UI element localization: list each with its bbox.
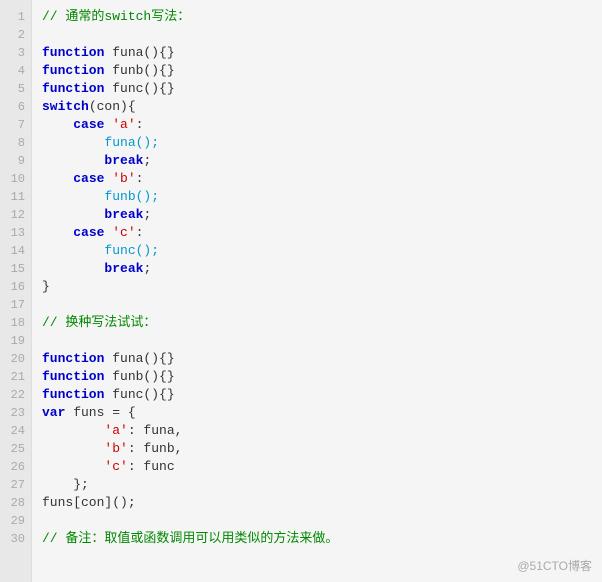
line-num-12: 12 xyxy=(6,206,25,224)
code-line-20: function funa(){} xyxy=(42,350,592,368)
line-num-28: 28 xyxy=(6,494,25,512)
line-num-11: 11 xyxy=(6,188,25,206)
line-num-21: 21 xyxy=(6,368,25,386)
line-num-14: 14 xyxy=(6,242,25,260)
line-num-17: 17 xyxy=(6,296,25,314)
code-line-24: 'a': funa, xyxy=(42,422,592,440)
line-num-30: 30 xyxy=(6,530,25,548)
code-area: // 通常的switch写法： function funa(){} functi… xyxy=(32,0,602,582)
code-line-1: // 通常的switch写法： xyxy=(42,8,592,26)
line-num-6: 6 xyxy=(6,98,25,116)
code-line-7: case 'a': xyxy=(42,116,592,134)
line-num-27: 27 xyxy=(6,476,25,494)
code-line-4: function funb(){} xyxy=(42,62,592,80)
code-line-11: funb(); xyxy=(42,188,592,206)
code-line-30: // 备注：取值或函数调用可以用类似的方法来做。 xyxy=(42,530,592,548)
line-num-25: 25 xyxy=(6,440,25,458)
code-line-3: function funa(){} xyxy=(42,44,592,62)
code-line-6: switch(con){ xyxy=(42,98,592,116)
code-line-9: break; xyxy=(42,152,592,170)
line-num-3: 3 xyxy=(6,44,25,62)
code-line-29 xyxy=(42,512,592,530)
line-num-29: 29 xyxy=(6,512,25,530)
line-num-16: 16 xyxy=(6,278,25,296)
code-line-23: var funs = { xyxy=(42,404,592,422)
line-numbers: 1 2 3 4 5 6 7 8 9 10 11 12 13 14 15 16 1… xyxy=(0,0,32,582)
code-line-18: // 换种写法试试： xyxy=(42,314,592,332)
code-line-22: function func(){} xyxy=(42,386,592,404)
code-line-5: function func(){} xyxy=(42,80,592,98)
line-num-7: 7 xyxy=(6,116,25,134)
watermark: @51CTO博客 xyxy=(517,557,592,574)
code-line-21: function funb(){} xyxy=(42,368,592,386)
code-line-12: break; xyxy=(42,206,592,224)
code-line-25: 'b': funb, xyxy=(42,440,592,458)
line-num-19: 19 xyxy=(6,332,25,350)
code-line-13: case 'c': xyxy=(42,224,592,242)
line-num-4: 4 xyxy=(6,62,25,80)
code-line-10: case 'b': xyxy=(42,170,592,188)
code-editor: 1 2 3 4 5 6 7 8 9 10 11 12 13 14 15 16 1… xyxy=(0,0,602,582)
code-line-14: func(); xyxy=(42,242,592,260)
code-line-8: funa(); xyxy=(42,134,592,152)
line-num-9: 9 xyxy=(6,152,25,170)
line-num-1: 1 xyxy=(6,8,25,26)
code-line-26: 'c': func xyxy=(42,458,592,476)
code-line-15: break; xyxy=(42,260,592,278)
line-num-5: 5 xyxy=(6,80,25,98)
line-num-13: 13 xyxy=(6,224,25,242)
line-num-22: 22 xyxy=(6,386,25,404)
line-num-26: 26 xyxy=(6,458,25,476)
code-line-28: funs[con](); xyxy=(42,494,592,512)
code-line-16: } xyxy=(42,278,592,296)
line-num-8: 8 xyxy=(6,134,25,152)
code-line-27: }; xyxy=(42,476,592,494)
code-line-2 xyxy=(42,26,592,44)
line-num-23: 23 xyxy=(6,404,25,422)
code-line-19 xyxy=(42,332,592,350)
line-num-18: 18 xyxy=(6,314,25,332)
line-num-24: 24 xyxy=(6,422,25,440)
line-num-10: 10 xyxy=(6,170,25,188)
line-num-15: 15 xyxy=(6,260,25,278)
code-line-17 xyxy=(42,296,592,314)
line-num-20: 20 xyxy=(6,350,25,368)
line-num-2: 2 xyxy=(6,26,25,44)
